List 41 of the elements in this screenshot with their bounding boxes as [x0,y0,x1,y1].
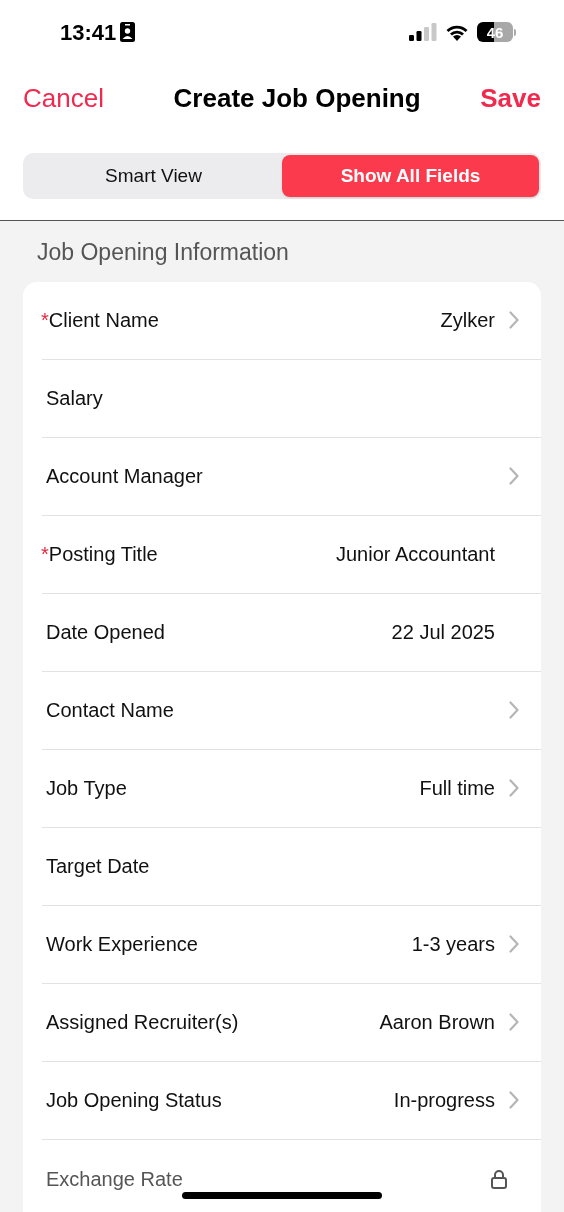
field-label: Exchange Rate [46,1166,183,1192]
field-value: Zylker [440,308,495,333]
form-row[interactable]: Account Manager [42,437,541,516]
section-title: Job Opening Information [36,238,290,267]
form-row[interactable]: Contact Name [42,671,541,750]
form-row[interactable]: Job Type Full time [42,749,541,828]
field-label: Work Experience [46,932,198,957]
view-tab[interactable]: Smart View [25,155,282,197]
field-label: Job Type [46,776,127,801]
form-row[interactable]: Target Date [42,827,541,906]
field-label: Contact Name [46,698,174,723]
save-button[interactable]: Save [480,78,541,118]
screen-title: Create Job Opening [173,81,421,115]
form-row[interactable]: Salary [42,359,541,438]
form-row[interactable]: Exchange Rate [42,1139,541,1212]
status-time: 13:41 [60,18,117,47]
form-row[interactable]: Assigned Recruiter(s) Aaron Brown [42,983,541,1062]
field-label: Job Opening Status [46,1088,222,1113]
field-value: 1-3 years [411,932,495,957]
field-label: *Posting Title [41,542,158,567]
form-row[interactable]: Job Opening Status In-progress [42,1061,541,1140]
cancel-button[interactable]: Cancel [23,78,104,118]
field-value: In-progress [393,1088,495,1113]
wifi-icon [445,23,469,41]
field-value: Junior Accountant [336,542,495,567]
form-row[interactable]: *Client Name Zylker [42,281,541,360]
form-row[interactable]: Work Experience 1-3 years [42,905,541,984]
field-label: Salary [46,386,103,411]
field-value: Full time [419,776,495,801]
field-label: Assigned Recruiter(s) [46,1010,239,1035]
field-label: Date Opened [46,620,165,645]
signal-icon [409,23,437,41]
form-row[interactable]: *Posting Title Junior Accountant [42,515,541,594]
form-row[interactable]: Date Opened 22 Jul 2025 [42,593,541,672]
field-label: Target Date [46,854,150,879]
field-value: 22 Jul 2025 [391,620,495,645]
field-label: Account Manager [46,464,203,489]
field-value: Aaron Brown [379,1010,495,1035]
contact-card-icon [120,22,136,42]
view-tab[interactable]: Show All Fields [282,155,539,197]
field-label: *Client Name [41,308,159,333]
